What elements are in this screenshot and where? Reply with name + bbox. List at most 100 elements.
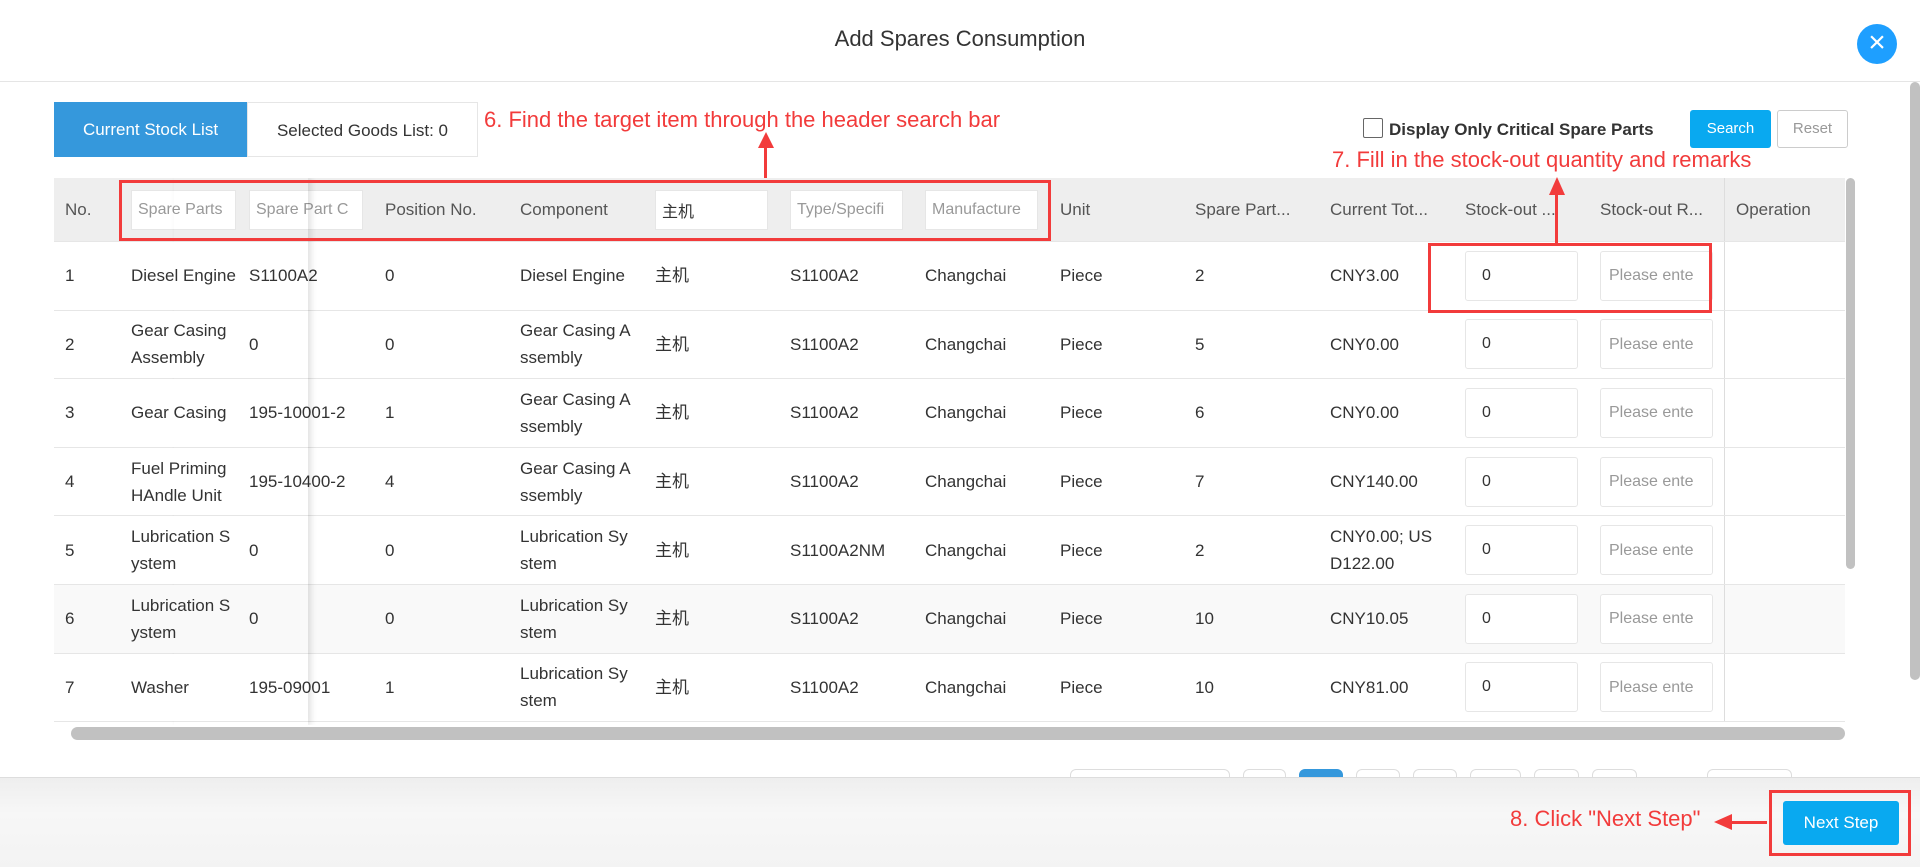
search-button[interactable]: Search bbox=[1690, 110, 1771, 148]
arrow-head-icon bbox=[1549, 177, 1565, 195]
cell-operation bbox=[1724, 516, 1845, 584]
cell-total: CNY140.00 bbox=[1330, 472, 1418, 492]
stockout-remarks-placeholder: Please ente bbox=[1609, 541, 1694, 559]
cell-component: Gear Casing Assembly bbox=[520, 458, 631, 505]
cell-no: 4 bbox=[65, 472, 75, 492]
cell-code: S1100A2 bbox=[249, 266, 318, 286]
cell-qty: 10 bbox=[1195, 609, 1214, 629]
stockout-remarks-input[interactable]: Please ente bbox=[1600, 593, 1713, 644]
cell-name: Fuel Priming HAndle Unit bbox=[120, 447, 247, 516]
cell-stockout-qty bbox=[1454, 448, 1589, 516]
arrow-head-icon bbox=[758, 132, 774, 148]
close-icon[interactable]: × bbox=[1857, 24, 1897, 64]
table-row: 7 Washer 195-09001 1 Lubrication System 主机 S11… bbox=[54, 653, 1845, 723]
table-vertical-scrollbar[interactable] bbox=[1846, 178, 1855, 569]
cell-code: 195-09001 bbox=[249, 677, 331, 697]
cell-equipment: 主机 bbox=[655, 403, 689, 423]
annotation-box-header-search bbox=[119, 180, 1051, 241]
cell-equipment: 主机 bbox=[655, 472, 689, 492]
horizontal-scrollbar[interactable] bbox=[71, 727, 1845, 740]
annotation-step8: 8. Click "Next Step" bbox=[1510, 806, 1701, 831]
cell-position: 0 bbox=[385, 609, 395, 629]
reset-button[interactable]: Reset bbox=[1777, 110, 1848, 148]
annotation-step7: 7. Fill in the stock-out quantity and re… bbox=[1332, 147, 1752, 172]
cell-remarks: Please ente bbox=[1589, 448, 1724, 516]
stockout-qty-input[interactable] bbox=[1465, 319, 1578, 370]
cell-total: CNY0.00; USD122.00 bbox=[1330, 527, 1433, 574]
cell-type: S1100A2 bbox=[790, 472, 859, 492]
cell-code: 0 bbox=[249, 540, 259, 560]
tab-current-stock-list[interactable]: Current Stock List bbox=[54, 102, 247, 157]
cell-stockout-qty bbox=[1454, 311, 1589, 379]
table-row: 5 Lubrication System 0 0 Lubrication System 主… bbox=[54, 516, 1845, 585]
cell-name: Gear Casing bbox=[120, 379, 247, 447]
cell-manufacturer: Changchai bbox=[925, 472, 1007, 492]
stockout-qty-input[interactable] bbox=[1465, 387, 1578, 438]
cell-remarks: Please ente bbox=[1589, 379, 1724, 447]
stockout-remarks-input[interactable]: Please ente bbox=[1600, 319, 1713, 370]
cell-no: 2 bbox=[65, 334, 75, 354]
header-qty: Spare Part... bbox=[1195, 200, 1291, 219]
cell-manufacturer: Changchai bbox=[925, 266, 1007, 286]
cell-type: S1100A2 bbox=[790, 266, 859, 286]
cell-stockout-qty bbox=[1454, 585, 1589, 653]
stockout-remarks-placeholder: Please ente bbox=[1609, 404, 1694, 422]
cell-no: 1 bbox=[65, 266, 75, 286]
annotation-box-next-step bbox=[1769, 790, 1911, 856]
cell-operation bbox=[1724, 242, 1845, 310]
cell-operation bbox=[1724, 653, 1845, 722]
cell-position: 0 bbox=[385, 540, 395, 560]
cell-stockout-qty bbox=[1454, 654, 1589, 722]
cell-equipment: 主机 bbox=[655, 266, 689, 286]
cell-unit: Piece bbox=[1060, 472, 1103, 492]
stockout-qty-input[interactable] bbox=[1465, 525, 1578, 576]
cell-equipment: 主机 bbox=[655, 334, 689, 354]
critical-only-checkbox[interactable] bbox=[1363, 118, 1383, 138]
cell-unit: Piece bbox=[1060, 540, 1103, 560]
cell-equipment: 主机 bbox=[655, 677, 689, 697]
cell-component: Lubrication System bbox=[520, 527, 628, 574]
cell-equipment: 主机 bbox=[655, 609, 689, 629]
stockout-remarks-placeholder: Please ente bbox=[1609, 335, 1694, 353]
page-scrollbar[interactable] bbox=[1910, 82, 1920, 680]
cell-no: 5 bbox=[65, 540, 75, 560]
cell-equipment: 主机 bbox=[655, 540, 689, 560]
cell-unit: Piece bbox=[1060, 677, 1103, 697]
header-no: No. bbox=[65, 200, 92, 219]
cell-type: S1100A2 bbox=[790, 403, 859, 423]
header-operation: Operation bbox=[1724, 178, 1845, 241]
cell-name: Washer bbox=[120, 653, 247, 722]
table-row: 6 Lubrication System 0 0 Lubrication System 主… bbox=[54, 585, 1845, 654]
stockout-remarks-input[interactable]: Please ente bbox=[1600, 525, 1713, 576]
annotation-step6: 6. Find the target item through the head… bbox=[484, 107, 1001, 132]
stockout-qty-input[interactable] bbox=[1465, 662, 1578, 713]
cell-no: 7 bbox=[65, 677, 75, 697]
cell-qty: 10 bbox=[1195, 677, 1214, 697]
header-stockout-qty: Stock-out ... bbox=[1465, 200, 1556, 219]
cell-code: 0 bbox=[249, 609, 259, 629]
stockout-qty-input[interactable] bbox=[1465, 593, 1578, 644]
cell-operation bbox=[1724, 379, 1845, 447]
stockout-remarks-placeholder: Please ente bbox=[1609, 610, 1694, 628]
stockout-remarks-input[interactable]: Please ente bbox=[1600, 662, 1713, 713]
cell-total: CNY81.00 bbox=[1330, 677, 1409, 697]
cell-operation bbox=[1724, 310, 1845, 379]
table-row: 4 Fuel Priming HAndle Unit 195-10400-2 4 Gea… bbox=[54, 447, 1845, 517]
cell-type: S1100A2 bbox=[790, 609, 859, 629]
cell-code: 0 bbox=[249, 334, 259, 354]
cell-name: Lubrication System bbox=[120, 585, 247, 653]
cell-remarks: Please ente bbox=[1589, 516, 1724, 584]
arrow-head-icon bbox=[1714, 814, 1732, 830]
stockout-qty-input[interactable] bbox=[1465, 456, 1578, 507]
cell-name: Diesel Engine bbox=[120, 242, 247, 310]
cell-type: S1100A2NM bbox=[790, 540, 886, 560]
cell-component: Gear Casing Assembly bbox=[520, 389, 631, 436]
tab-selected-goods-list[interactable]: Selected Goods List: 0 bbox=[247, 102, 478, 157]
cell-qty: 2 bbox=[1195, 266, 1205, 286]
cell-name: Gear Casing Assembly bbox=[120, 310, 247, 379]
header-stockout-remarks: Stock-out R... bbox=[1600, 200, 1703, 219]
cell-unit: Piece bbox=[1060, 609, 1103, 629]
stockout-remarks-input[interactable]: Please ente bbox=[1600, 456, 1713, 507]
cell-manufacturer: Changchai bbox=[925, 403, 1007, 423]
stockout-remarks-input[interactable]: Please ente bbox=[1600, 387, 1713, 438]
